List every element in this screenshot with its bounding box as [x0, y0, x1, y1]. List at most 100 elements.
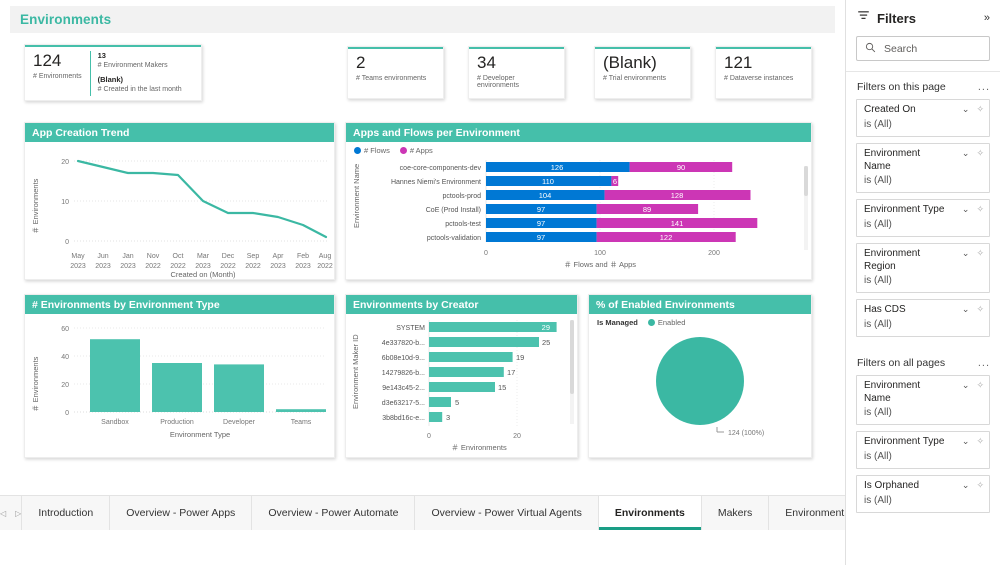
kpi-card-developer-environments[interactable]: 34 # Developer environments: [468, 46, 565, 99]
tab-label: Environments: [615, 507, 685, 519]
kpi-sub-label: # Created in the last month: [98, 85, 182, 94]
trend-line: [78, 161, 326, 237]
legend-item-flows[interactable]: # Flows: [354, 146, 390, 155]
kpi-value: 34: [477, 53, 556, 73]
filter-group-more-options-icon[interactable]: ...: [978, 81, 990, 93]
bar-developer[interactable]: [214, 364, 264, 412]
filter-card-environment-type[interactable]: Environment Type is (All) ⌄ ✧: [856, 199, 990, 237]
chevron-down-icon[interactable]: ⌄: [962, 305, 970, 314]
visual-apps-and-flows-per-environment[interactable]: Apps and Flows per Environment # Flows #…: [345, 122, 812, 280]
bar-row[interactable]: pctools-validation 97 122: [427, 232, 736, 242]
bar-row[interactable]: 3b8bd16c-e... 3: [382, 412, 450, 422]
bar-row[interactable]: pctools-test 97 141: [445, 218, 757, 228]
bar-row[interactable]: SYSTEM 29: [396, 322, 556, 332]
tab-overview-power-apps[interactable]: Overview - Power Apps: [110, 496, 252, 530]
clear-filter-icon[interactable]: ✧: [976, 481, 984, 490]
category-label: 9e143c45-2...: [382, 385, 425, 392]
x-axis-title: Environment Type: [170, 430, 230, 439]
kpi-card-dataverse-instances[interactable]: 121 # Dataverse instances: [715, 46, 812, 99]
filters-divider: [846, 71, 1000, 72]
chevron-down-icon[interactable]: ⌄: [962, 249, 970, 258]
kpi-sub-value: 13: [98, 51, 182, 61]
filter-card-created-on[interactable]: Created On is (All) ⌄ ✧: [856, 99, 990, 137]
filter-value: is (All): [864, 406, 983, 419]
bar-row[interactable]: pctools-prod 104 128: [442, 190, 750, 200]
tab-introduction[interactable]: Introduction: [22, 496, 110, 530]
filter-icon: [857, 9, 870, 27]
svg-text:Jan: Jan: [122, 253, 133, 260]
x-axis-title: Created on (Month): [170, 270, 236, 279]
pie-chart-body[interactable]: Is Managed Enabled 124 (100%): [589, 314, 811, 457]
y-axis-title: Environment Maker ID: [351, 334, 360, 409]
chevron-down-icon[interactable]: ⌄: [962, 149, 970, 158]
kpi-card-trial-environments[interactable]: (Blank) # Trial environments: [594, 46, 691, 99]
bar-row[interactable]: d3e63217-5... 5: [382, 397, 459, 407]
filter-card-is-orphaned[interactable]: Is Orphaned is (All) ⌄ ✧: [856, 475, 990, 513]
bar-teams[interactable]: [276, 409, 326, 412]
legend-item-apps[interactable]: # Apps: [400, 146, 433, 155]
chevron-down-icon[interactable]: ⌄: [962, 105, 970, 114]
clear-filter-icon[interactable]: ✧: [976, 437, 984, 446]
clear-filter-icon[interactable]: ✧: [976, 305, 984, 314]
next-page-icon[interactable]: ▷: [15, 509, 21, 518]
bar-production[interactable]: [152, 363, 202, 412]
filter-card-all-environment-name[interactable]: Environment Name is (All) ⌄ ✧: [856, 375, 990, 425]
visual-scrollbar-thumb[interactable]: [570, 320, 574, 394]
tab-label: Overview - Power Apps: [126, 507, 235, 519]
chevron-down-icon[interactable]: ⌄: [962, 437, 970, 446]
svg-text:Jun: Jun: [97, 253, 108, 260]
pie-slice-enabled[interactable]: [656, 337, 744, 425]
chevron-down-icon[interactable]: ⌄: [962, 205, 970, 214]
filter-value: is (All): [864, 318, 983, 331]
bar-row[interactable]: 14279826-b... 17: [382, 367, 516, 377]
category-label: pctools-prod: [442, 193, 481, 200]
kpi-card-teams-environments[interactable]: 2 # Teams environments: [347, 46, 444, 99]
kpi-sub-value: (Blank): [98, 75, 182, 85]
category-label: SYSTEM: [396, 325, 425, 332]
filter-group-more-options-icon[interactable]: ...: [978, 357, 990, 369]
visual-scrollbar-thumb[interactable]: [804, 166, 808, 196]
line-chart-body[interactable]: ＃ Environments 20 10 0 May2023 Jun2023: [25, 142, 334, 279]
kpi-secondary-metrics: 13 # Environment Makers (Blank) # Create…: [90, 51, 182, 96]
clear-filter-icon[interactable]: ✧: [976, 149, 984, 158]
column-chart-body[interactable]: ＃ Environments 60 40 20 0 San: [25, 314, 334, 457]
bar-row[interactable]: 9e143c45-2... 15: [382, 382, 506, 392]
tab-makers[interactable]: Makers: [702, 496, 769, 530]
filter-card-actions: ⌄ ✧: [962, 305, 984, 314]
bar-row[interactable]: CoE (Prod Install) 97 89: [426, 204, 698, 214]
clear-filter-icon[interactable]: ✧: [976, 105, 984, 114]
bar-row[interactable]: coe-core-components-dev 126 90: [400, 162, 733, 172]
visual-percent-enabled-environments[interactable]: % of Enabled Environments Is Managed Ena…: [588, 294, 812, 458]
bar-sandbox[interactable]: [90, 339, 140, 412]
filter-card-all-environment-type[interactable]: Environment Type is (All) ⌄ ✧: [856, 431, 990, 469]
chevron-down-icon[interactable]: ⌄: [962, 381, 970, 390]
bar-row[interactable]: 6b08e10d-9... 19: [382, 352, 525, 362]
filter-card-has-cds[interactable]: Has CDS is (All) ⌄ ✧: [856, 299, 990, 337]
clear-filter-icon[interactable]: ✧: [976, 205, 984, 214]
filter-card-environment-region[interactable]: Environment Region is (All) ⌄ ✧: [856, 243, 990, 293]
kpi-card-environments[interactable]: 124 # Environments 13 # Environment Make…: [24, 44, 202, 101]
filter-search-box[interactable]: Search: [856, 36, 990, 61]
clear-filter-icon[interactable]: ✧: [976, 381, 984, 390]
visual-environments-by-creator[interactable]: Environments by Creator Environment Make…: [345, 294, 578, 458]
tab-overview-power-automate[interactable]: Overview - Power Automate: [252, 496, 415, 530]
x-axis-title: ＃ Flows and ＃ Apps: [564, 260, 636, 269]
legend-group-label: Is Managed: [597, 318, 638, 327]
tab-environments[interactable]: Environments: [599, 496, 702, 530]
visual-environments-by-environment-type[interactable]: # Environments by Environment Type ＃ Env…: [24, 294, 335, 458]
bar-row[interactable]: 4e337820-b... 25: [382, 337, 551, 347]
bar-row[interactable]: Hannes Niemi's Environment 110 6: [391, 176, 618, 186]
collapse-pane-icon[interactable]: »: [984, 12, 990, 24]
filter-card-environment-name[interactable]: Environment Name is (All) ⌄ ✧: [856, 143, 990, 193]
legend-item-enabled[interactable]: Enabled: [648, 318, 686, 327]
tab-overview-power-virtual-agents[interactable]: Overview - Power Virtual Agents: [415, 496, 598, 530]
clear-filter-icon[interactable]: ✧: [976, 249, 984, 258]
bar-value-apps: 89: [643, 205, 651, 214]
visual-app-creation-trend[interactable]: App Creation Trend ＃ Environments 20 10 …: [24, 122, 335, 280]
legend-color-swatch-apps: [400, 147, 407, 154]
previous-page-icon[interactable]: ◁: [0, 509, 6, 518]
creator-bar-body[interactable]: Environment Maker ID SYSTEM 29 4e337820-…: [346, 314, 577, 457]
chevron-down-icon[interactable]: ⌄: [962, 481, 970, 490]
bar: [429, 412, 442, 422]
stacked-bar-body[interactable]: # Flows # Apps Environment Name: [346, 142, 811, 279]
